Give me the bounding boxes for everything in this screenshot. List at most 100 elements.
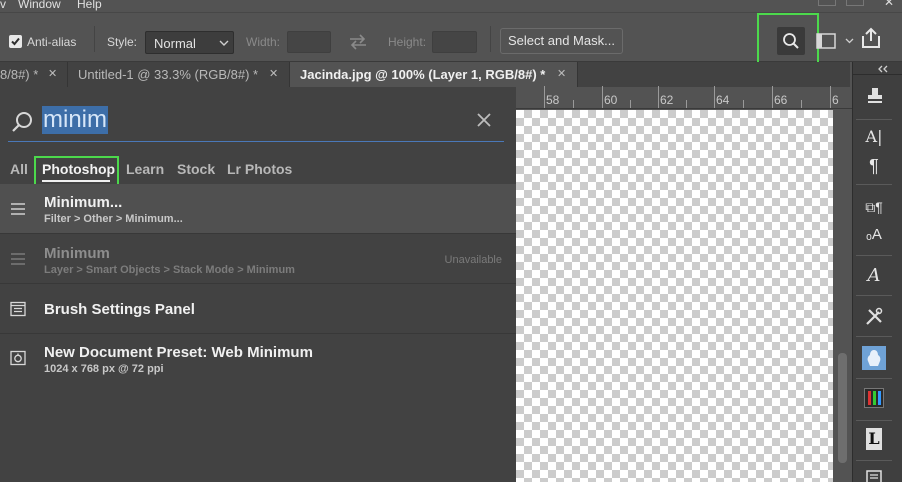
- minimize-icon[interactable]: [818, 0, 836, 6]
- ruler-number: 66: [774, 93, 788, 107]
- filter-tab-stock[interactable]: Stock: [177, 161, 215, 177]
- clear-search-icon[interactable]: [476, 112, 492, 128]
- checkmark-icon: [11, 37, 20, 46]
- filter-tab-lr-photos[interactable]: Lr Photos: [227, 161, 292, 177]
- libraries-figure-icon: [867, 350, 881, 366]
- result-title: Minimum...: [44, 194, 123, 211]
- vertical-scrollbar[interactable]: [833, 110, 852, 482]
- divider: [856, 119, 892, 120]
- ruler-tick: [573, 100, 574, 108]
- ruler-tick: [714, 86, 715, 108]
- menu-help[interactable]: Help: [77, 0, 102, 11]
- options-bar: Anti-alias Style: Normal Width: Height: …: [0, 12, 902, 65]
- ruler-number: 58: [546, 93, 560, 107]
- channels-icon[interactable]: [864, 388, 884, 408]
- ruler-number: 64: [716, 93, 730, 107]
- style-select-value: Normal: [154, 36, 196, 51]
- panel-list-icon: [10, 301, 26, 317]
- menu-window[interactable]: Window: [18, 0, 61, 11]
- search-result-item[interactable]: New Document Preset: Web Minimum 1024 x …: [0, 334, 516, 384]
- search-button[interactable]: [777, 27, 805, 55]
- search-icon: [12, 112, 32, 132]
- close-tab-icon[interactable]: ✕: [269, 62, 278, 87]
- panel-icon[interactable]: [866, 470, 882, 482]
- ruler-tick: [658, 86, 659, 108]
- paragraph-icon[interactable]: ¶: [863, 155, 885, 177]
- close-tab-icon[interactable]: ✕: [557, 62, 566, 87]
- chevron-down-icon[interactable]: [845, 38, 854, 44]
- menu-lines-icon: [11, 203, 25, 215]
- share-icon[interactable]: [860, 27, 882, 49]
- ruler-tick: [801, 100, 802, 108]
- divider: [856, 336, 892, 337]
- character-icon[interactable]: A|: [863, 126, 885, 148]
- workspace-icon[interactable]: [816, 33, 836, 49]
- divider: [856, 378, 892, 379]
- document-preset-icon: [10, 350, 26, 366]
- search-input[interactable]: minim: [42, 106, 108, 134]
- search-underline: [8, 141, 504, 142]
- horizontal-ruler: 58 60 62 64 66 6: [516, 86, 852, 109]
- channel-blue: [878, 391, 881, 405]
- collapse-icon[interactable]: [877, 65, 889, 73]
- scrollbar-thumb[interactable]: [838, 353, 847, 463]
- stamp-icon[interactable]: [865, 86, 885, 106]
- close-window-icon[interactable]: ✕: [884, 0, 894, 9]
- width-label: Width:: [246, 35, 281, 49]
- unavailable-label: Unavailable: [444, 254, 502, 266]
- panel-dock: A| ¶ ⧉¶ ₒA A L: [852, 62, 902, 482]
- learn-icon[interactable]: L: [866, 428, 882, 450]
- tab-document-1[interactable]: 8/8#) * ✕: [0, 62, 68, 87]
- active-tab-underline: [42, 180, 110, 182]
- search-result-item: Minimum Layer > Smart Objects > Stack Mo…: [0, 234, 516, 284]
- height-label: Height:: [388, 35, 427, 49]
- divider: [856, 460, 892, 461]
- character-styles-icon[interactable]: ₒA: [863, 224, 885, 246]
- channel-green: [873, 391, 876, 405]
- ruler-tick: [544, 86, 545, 108]
- anti-alias-checkbox[interactable]: [9, 35, 22, 48]
- height-input[interactable]: [432, 31, 477, 53]
- search-result-item[interactable]: Brush Settings Panel: [0, 284, 516, 334]
- transparent-canvas[interactable]: [516, 110, 833, 482]
- tab-jacinda[interactable]: Jacinda.jpg @ 100% (Layer 1, RGB/8#) * ✕: [290, 62, 578, 87]
- swap-icon[interactable]: [348, 33, 368, 51]
- result-path: Layer > Smart Objects > Stack Mode > Min…: [44, 264, 295, 276]
- divider: [856, 255, 892, 256]
- ruler-tick: [772, 86, 773, 108]
- close-tab-icon[interactable]: ✕: [48, 62, 57, 87]
- filter-tab-all[interactable]: All: [10, 161, 28, 177]
- menu-lines-icon: [11, 253, 25, 265]
- divider: [94, 26, 95, 52]
- search-result-item[interactable]: Minimum... Filter > Other > Minimum...: [0, 184, 516, 234]
- ruler-tick: [686, 100, 687, 108]
- anti-alias-label: Anti-alias: [27, 35, 77, 49]
- tools-icon[interactable]: [864, 307, 884, 327]
- select-and-mask-button[interactable]: Select and Mask...: [500, 28, 623, 54]
- glyphs-icon[interactable]: A: [863, 265, 885, 287]
- document-tabs: 8/8#) * ✕ Untitled-1 @ 33.3% (RGB/8#) * …: [0, 62, 850, 87]
- libraries-icon[interactable]: [862, 346, 886, 370]
- ruler-tick: [743, 100, 744, 108]
- search-panel: minim All Photoshop Learn Stock Lr Photo…: [0, 87, 516, 482]
- maximize-icon[interactable]: [846, 0, 864, 6]
- result-title: New Document Preset: Web Minimum: [44, 344, 313, 361]
- style-select[interactable]: Normal: [145, 31, 234, 54]
- filter-tab-learn[interactable]: Learn: [126, 161, 164, 177]
- tab-untitled-1[interactable]: Untitled-1 @ 33.3% (RGB/8#) * ✕: [68, 62, 290, 87]
- divider: [856, 295, 892, 296]
- search-icon: [783, 33, 799, 49]
- width-input[interactable]: [287, 31, 331, 53]
- ruler-number: 62: [660, 93, 674, 107]
- tab-label: Untitled-1 @ 33.3% (RGB/8#) *: [78, 67, 259, 82]
- ruler-number: 6: [832, 93, 839, 107]
- result-path: Filter > Other > Minimum...: [44, 213, 183, 225]
- tab-label: 8/8#) *: [0, 67, 39, 82]
- divider: [490, 26, 491, 52]
- paragraph-styles-icon[interactable]: ⧉¶: [863, 196, 885, 218]
- channel-red: [868, 391, 871, 405]
- divider: [853, 74, 902, 75]
- result-title: Brush Settings Panel: [44, 301, 195, 318]
- menu-view[interactable]: v: [0, 0, 6, 11]
- filter-tab-photoshop[interactable]: Photoshop: [42, 161, 115, 177]
